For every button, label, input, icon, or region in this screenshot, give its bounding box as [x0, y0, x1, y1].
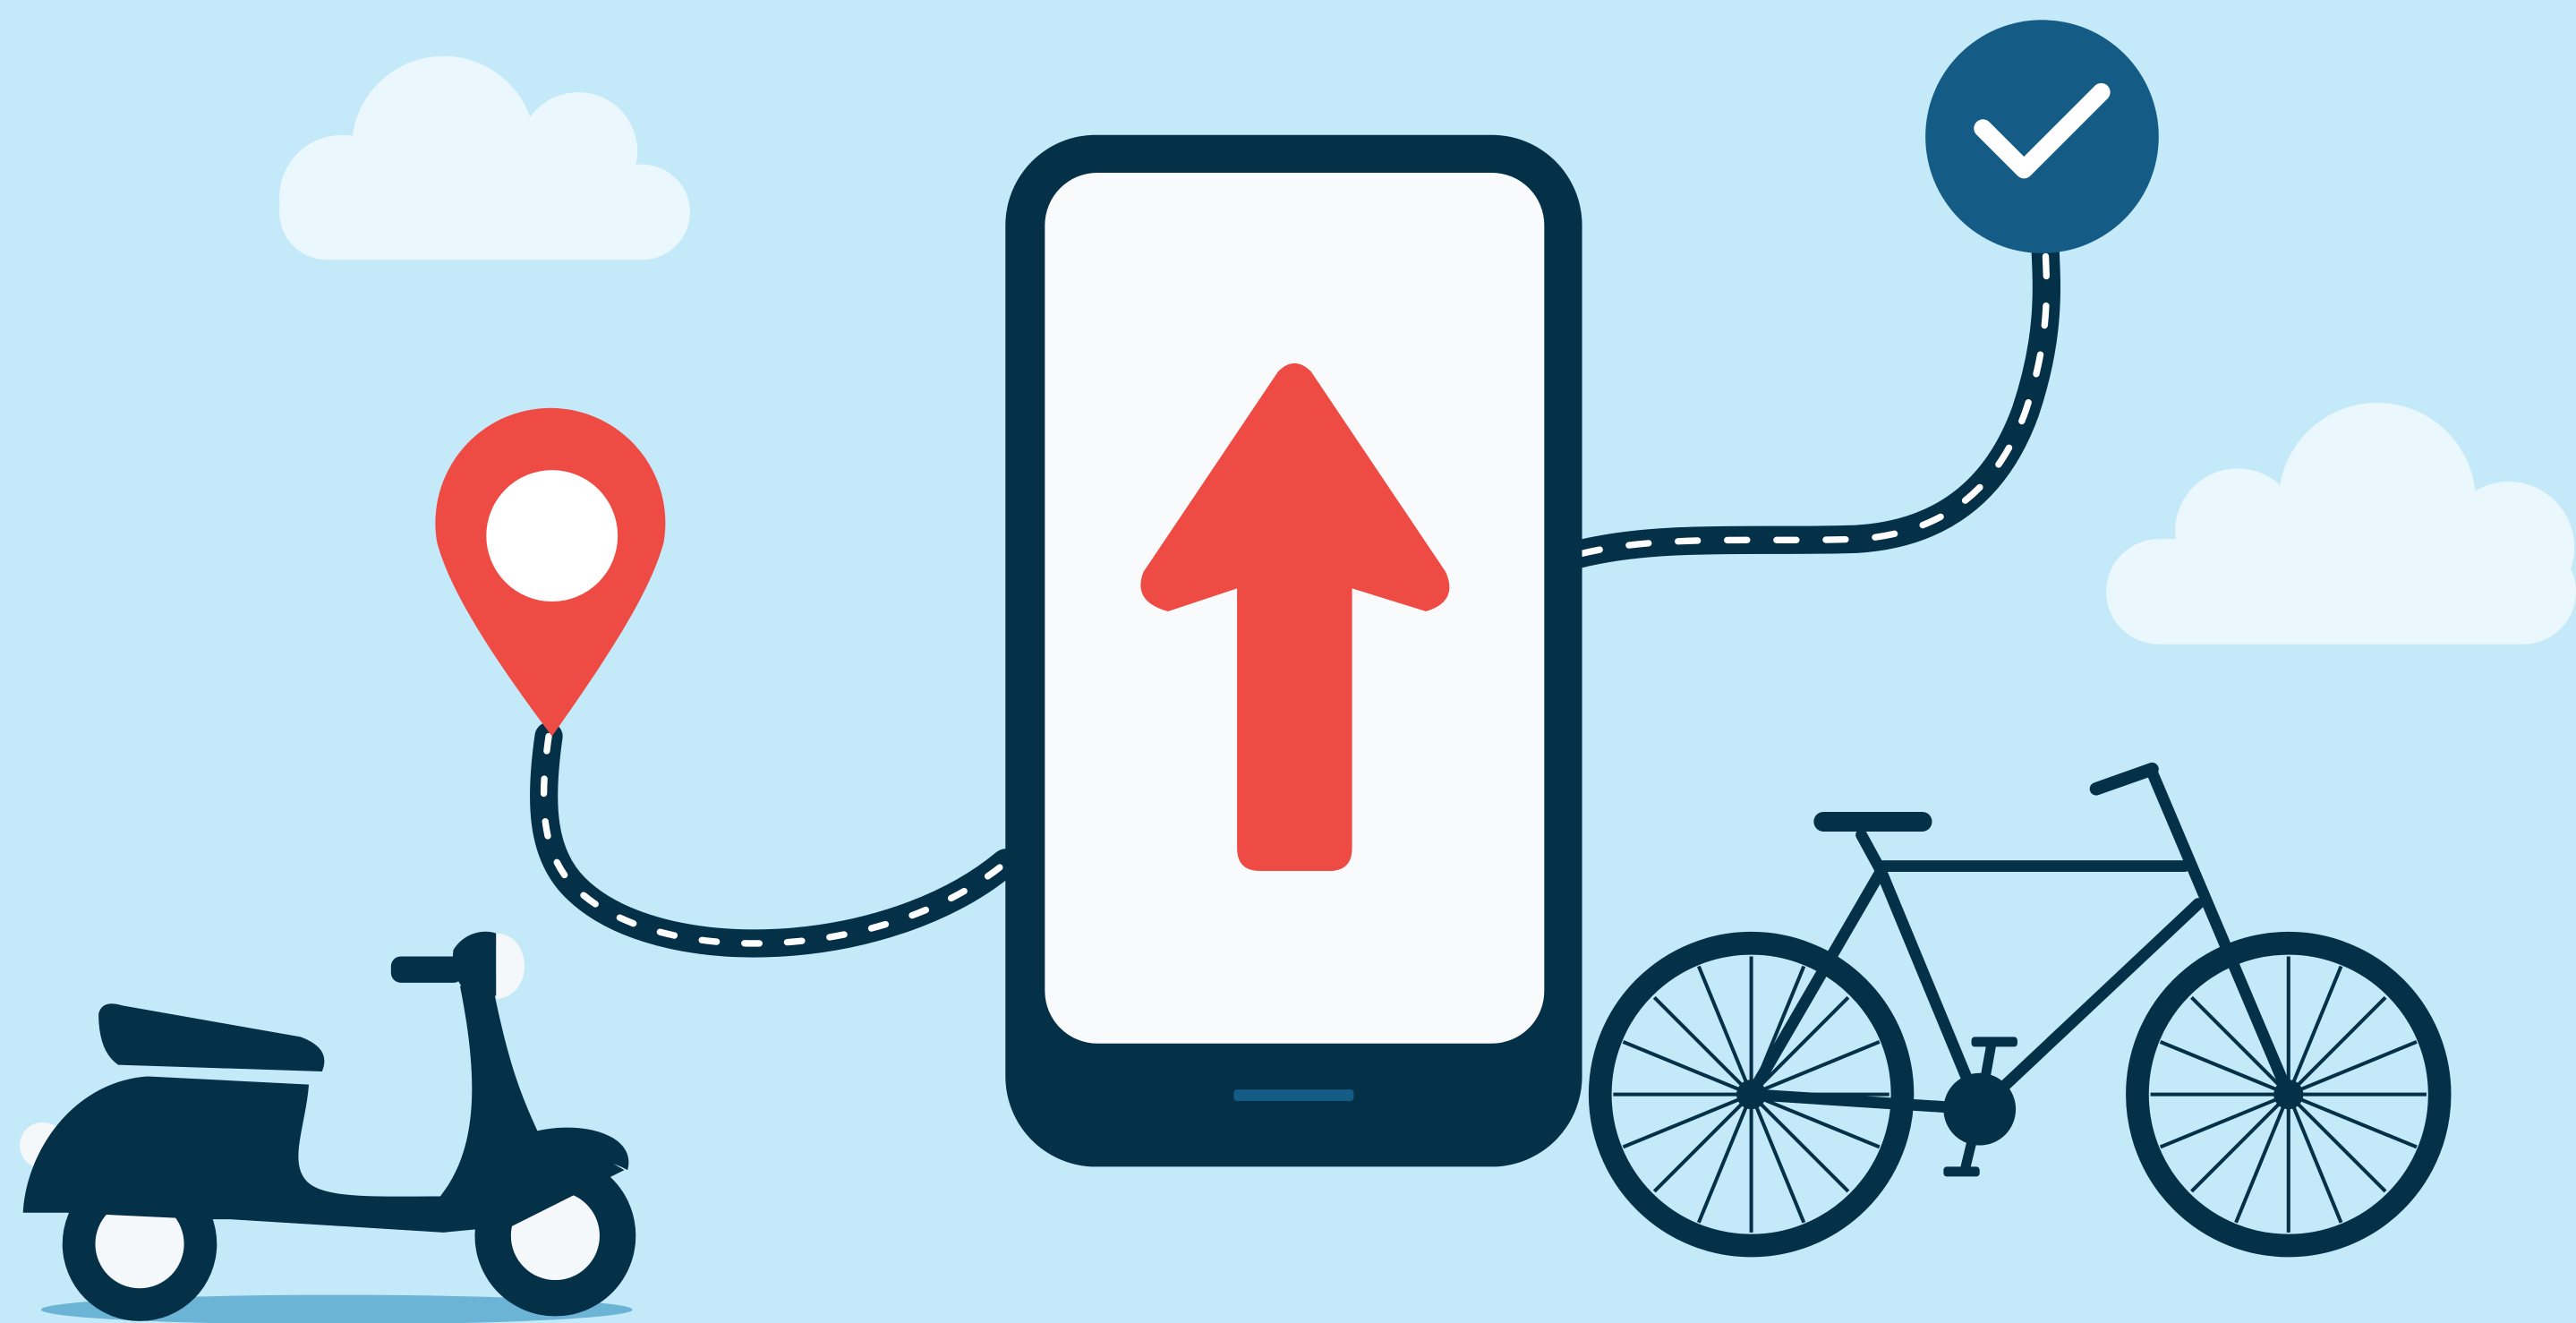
smartphone	[1005, 134, 1582, 1167]
home-indicator	[1233, 1089, 1354, 1101]
checkmark-icon	[1925, 20, 2159, 253]
illustration-scene	[0, 0, 2576, 1323]
